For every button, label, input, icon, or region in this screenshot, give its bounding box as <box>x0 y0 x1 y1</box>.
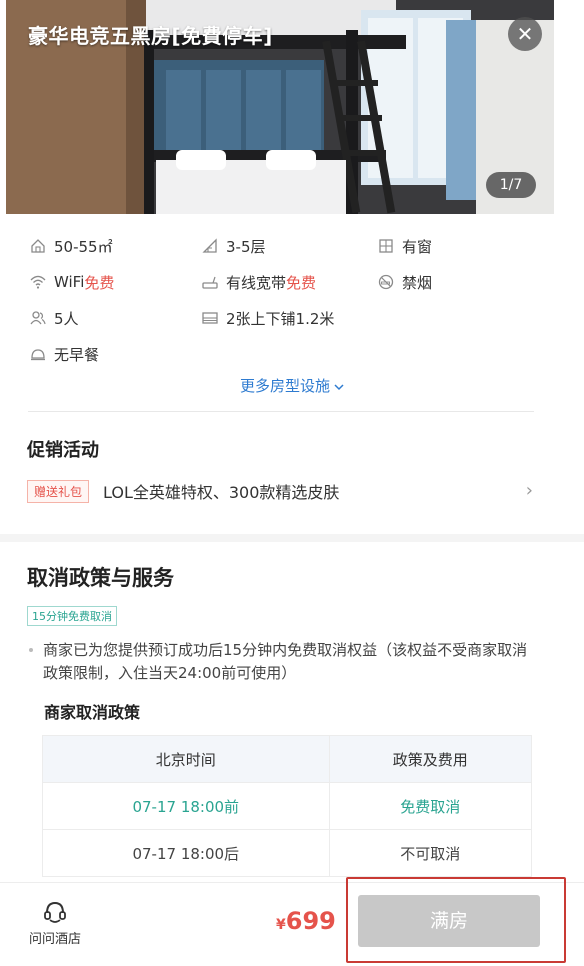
chevron-right-icon: › <box>525 480 533 501</box>
free-cancel-tag: 15分钟免费取消 <box>27 606 117 626</box>
facility-breakfast: 无早餐 <box>30 344 202 365</box>
facility-broadband-free: 免费 <box>286 273 317 292</box>
close-icon[interactable]: ✕ <box>508 17 542 51</box>
table-header-policy: 政策及费用 <box>329 735 532 783</box>
cancel-policy-title: 取消政策与服务 <box>27 566 174 590</box>
table-cell-time: 07-17 18:00前 <box>42 782 330 830</box>
promotion-title: 促销活动 <box>27 440 99 461</box>
wifi-icon <box>30 275 46 289</box>
facility-smoking: 禁烟 <box>378 272 432 293</box>
table-row: 07-17 18:00后 不可取消 <box>42 829 532 877</box>
cancel-policy-table: 北京时间 政策及费用 07-17 18:00前 免费取消 07-17 18:00… <box>42 735 532 877</box>
ask-hotel-label: 问问酒店 <box>28 932 81 947</box>
facility-bed-text: 2张上下铺1.2米 <box>226 309 335 328</box>
table-header-time: 北京时间 <box>42 735 330 783</box>
facility-floor: 3-5层 <box>202 236 378 257</box>
more-facilities-label: 更多房型设施 <box>239 377 330 395</box>
room-price: ¥699 <box>276 907 336 935</box>
no-smoking-icon <box>378 274 394 290</box>
facility-row: WiFi 免费 有线宽带 免费 禁烟 <box>30 264 530 300</box>
price-value: 699 <box>285 907 336 935</box>
headset-icon <box>44 901 66 923</box>
facility-row: 5人 2张上下铺1.2米 <box>30 300 530 336</box>
router-icon <box>202 276 218 289</box>
facility-window-text: 有窗 <box>402 237 433 256</box>
table-cell-policy: 免费取消 <box>329 782 532 830</box>
facility-wifi: WiFi 免费 <box>30 272 202 293</box>
table-header-row: 北京时间 政策及费用 <box>42 735 532 783</box>
cancel-policy-note: 商家已为您提供预订成功后15分钟内免费取消权益（该权益不受商家取消政策限制，入住… <box>27 639 537 685</box>
facility-broadband-label: 有线宽带 <box>226 273 287 292</box>
highlight-box <box>346 877 566 963</box>
facility-row: 50-55㎡ 3-5层 有窗 <box>30 228 530 264</box>
food-cover-icon <box>31 349 45 361</box>
section-separator <box>0 534 584 542</box>
more-facilities-link[interactable]: 更多房型设施 <box>0 375 584 396</box>
facility-wifi-label: WiFi <box>54 273 85 291</box>
stairs-icon <box>202 238 217 253</box>
table-cell-policy: 不可取消 <box>329 829 532 877</box>
facility-wifi-free: 免费 <box>84 273 115 292</box>
people-icon <box>30 311 46 325</box>
facility-area-text: 50-55㎡ <box>54 237 113 256</box>
merchant-policy-title: 商家取消政策 <box>44 703 141 722</box>
price-currency: ¥ <box>276 917 286 933</box>
table-row: 07-17 18:00前 免费取消 <box>42 782 532 830</box>
facility-area: 50-55㎡ <box>30 236 202 257</box>
window-icon <box>379 239 393 253</box>
promotion-item[interactable]: 赠送礼包 LOL全英雄特权、300款精选皮肤 › <box>27 478 537 504</box>
room-photo[interactable]: 豪华电竞五黑房[免費停车] ✕ 1/7 <box>6 0 554 214</box>
facility-guests-text: 5人 <box>54 309 79 328</box>
facility-window: 有窗 <box>378 236 432 257</box>
room-facilities: 50-55㎡ 3-5层 有窗 WiFi 免费 有线宽带 免费 禁烟 5人 2张上… <box>30 228 530 372</box>
table-cell-time: 07-17 18:00后 <box>42 829 330 877</box>
promotion-text: LOL全英雄特权、300款精选皮肤 <box>103 483 340 502</box>
facility-bed: 2张上下铺1.2米 <box>202 308 378 329</box>
bed-icon <box>202 312 218 324</box>
facility-row: 无早餐 <box>30 336 530 372</box>
room-title: 豪华电竞五黑房[免費停车] <box>28 24 273 48</box>
facility-smoking-text: 禁烟 <box>402 273 433 292</box>
chevron-down-icon <box>334 384 344 391</box>
facility-floor-text: 3-5层 <box>226 237 266 256</box>
promotion-tag: 赠送礼包 <box>27 479 90 503</box>
facility-broadband: 有线宽带 免费 <box>202 272 378 293</box>
photo-counter: 1/7 <box>486 172 536 198</box>
facility-guests: 5人 <box>30 308 202 329</box>
facility-breakfast-text: 无早餐 <box>54 345 100 364</box>
section-divider <box>28 411 534 412</box>
house-icon <box>31 239 45 253</box>
ask-hotel-button[interactable]: 问问酒店 <box>22 899 88 947</box>
